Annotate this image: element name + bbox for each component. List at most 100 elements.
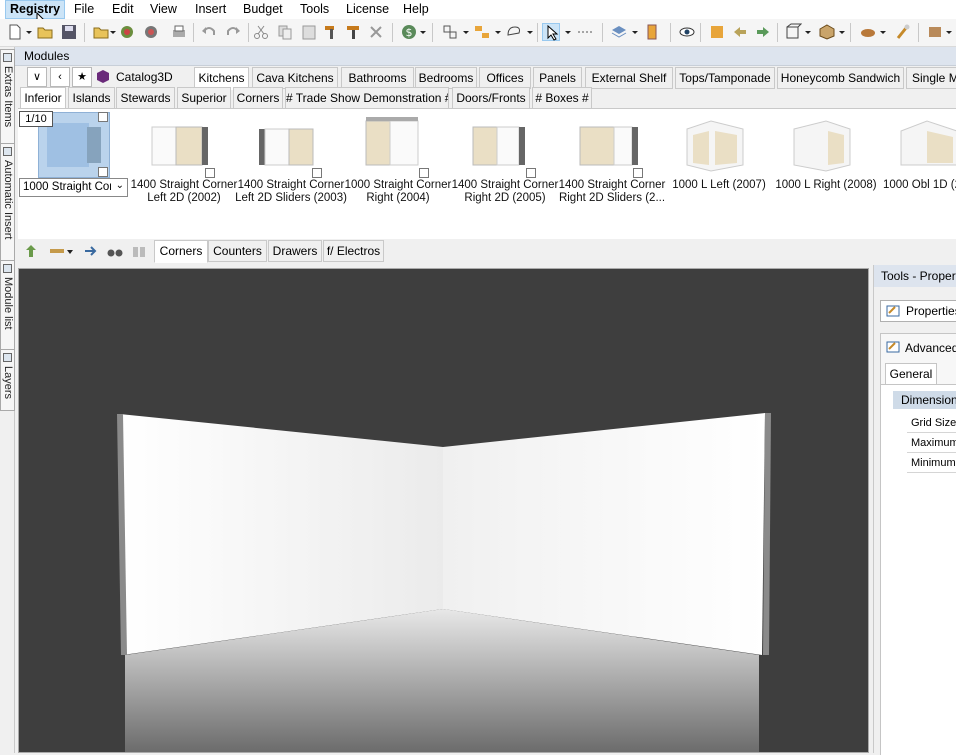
layers-icon[interactable] — [610, 23, 628, 41]
lower-tab-drawers[interactable]: Drawers — [268, 240, 322, 262]
subtab-islands[interactable]: Islands — [68, 87, 115, 109]
side-tab-module-list[interactable]: Module list — [0, 260, 15, 350]
lower-tab-corners[interactable]: Corners — [154, 240, 208, 263]
delete-icon[interactable] — [367, 23, 385, 41]
item-checkbox[interactable] — [419, 168, 429, 178]
binoculars-icon[interactable] — [106, 242, 124, 260]
open-icon[interactable] — [36, 23, 54, 41]
brush-icon[interactable] — [344, 23, 362, 41]
properties-button[interactable]: Properties — [880, 300, 956, 322]
tab-bedrooms[interactable]: Bedrooms — [415, 67, 477, 89]
menu-view[interactable]: View — [146, 1, 181, 18]
print-icon[interactable] — [170, 23, 188, 41]
enter-icon[interactable] — [82, 242, 100, 260]
star-icon: ★ — [77, 71, 87, 83]
duplicate-icon[interactable] — [130, 242, 148, 260]
selected-item-dropdown[interactable]: 1000 Straight Corn ⌄ — [19, 178, 128, 197]
catalog-item[interactable]: 1400 Straight Corner Right 2D (2005) — [449, 109, 558, 229]
subtab-superior[interactable]: Superior — [177, 87, 231, 109]
catalog3d-label[interactable]: Catalog3D — [116, 70, 173, 84]
menu-budget[interactable]: Budget — [239, 1, 287, 18]
property-minimum[interactable]: Minimum — [907, 454, 956, 473]
menu-help[interactable]: Help — [399, 1, 433, 18]
menu-license[interactable]: License — [342, 1, 393, 18]
wand-icon[interactable] — [859, 23, 877, 41]
currency-icon[interactable]: $ — [400, 23, 418, 41]
subtab-doors-fronts[interactable]: Doors/Fronts — [452, 87, 530, 109]
subtab-stewards[interactable]: Stewards — [116, 87, 175, 109]
hammer-icon[interactable] — [322, 23, 340, 41]
insert-icon[interactable] — [22, 242, 40, 260]
settings-icon[interactable] — [926, 23, 944, 41]
paste-icon[interactable] — [300, 23, 318, 41]
tab-general[interactable]: General — [885, 363, 937, 385]
catalog-item[interactable]: 1400 Straight Corner Right 2D Sliders (2… — [556, 109, 665, 229]
lower-tab-electros[interactable]: f/ Electros — [323, 240, 384, 262]
catalog-item[interactable]: 1000 L Left (2007) — [663, 109, 767, 229]
forward-icon[interactable] — [754, 23, 772, 41]
previous-tab-button[interactable]: ‹ — [50, 67, 70, 87]
open-folder-icon[interactable] — [92, 23, 110, 41]
subtab-corners[interactable]: Corners — [233, 87, 283, 109]
tab-bathrooms[interactable]: Bathrooms — [341, 67, 414, 89]
select-checkbox[interactable] — [98, 112, 108, 122]
measure-line-icon[interactable] — [48, 242, 74, 260]
subtab-trade-show[interactable]: # Trade Show Demonstration # — [285, 87, 449, 109]
cut-icon[interactable] — [252, 23, 270, 41]
catalog-item[interactable]: 1000 L Right (2008) — [770, 109, 877, 229]
favorites-star-button[interactable]: ★ — [72, 67, 92, 87]
catalog-item[interactable]: 1400 Straight Corner Left 2D Sliders (20… — [235, 109, 347, 229]
layout-icon[interactable] — [441, 23, 459, 41]
subtab-boxes[interactable]: # Boxes # — [532, 87, 592, 109]
property-maximum[interactable]: Maximum — [907, 434, 956, 453]
catalog-item[interactable]: 1400 Straight Corner Left 2D (2002) — [128, 109, 237, 229]
eye-icon[interactable] — [678, 23, 696, 41]
menu-insert[interactable]: Insert — [191, 1, 230, 18]
side-tab-layers[interactable]: Layers — [0, 349, 15, 411]
item-checkbox[interactable] — [526, 168, 536, 178]
tools-properties-panel: Tools - Propert Properties Advanced Gene… — [873, 265, 956, 755]
tab-offices[interactable]: Offices — [479, 67, 531, 89]
side-tab-extras-items[interactable]: Extras Items — [0, 49, 15, 144]
tab-panels[interactable]: Panels — [533, 67, 582, 89]
property-grid-size[interactable]: Grid Size — [907, 414, 956, 433]
dimension-section-header[interactable]: Dimension — [893, 391, 956, 409]
subtab-inferior[interactable]: Inferior — [20, 87, 66, 110]
tab-single[interactable]: Single M — [906, 67, 956, 89]
new-icon[interactable] — [6, 23, 24, 41]
column-icon[interactable] — [643, 23, 661, 41]
subcategory-tab-row: Inferior Islands Stewards Superior Corne… — [20, 87, 956, 110]
back-icon[interactable] — [731, 23, 749, 41]
measure-icon[interactable] — [576, 23, 594, 41]
tab-cava-kitchens[interactable]: Cava Kitchens — [252, 67, 338, 89]
undo-icon[interactable] — [200, 23, 218, 41]
lasso-icon[interactable] — [505, 23, 523, 41]
budget-icon[interactable] — [118, 23, 136, 41]
tab-tops-tamponade[interactable]: Tops/Tamponade — [675, 67, 775, 89]
menu-file[interactable]: File — [70, 1, 98, 18]
package-icon[interactable] — [818, 23, 836, 41]
expand-checkbox[interactable] — [98, 167, 108, 177]
tab-honeycomb-sandwich[interactable]: Honeycomb Sandwich — [777, 67, 904, 89]
render-icon[interactable] — [142, 23, 160, 41]
tool-icon[interactable] — [894, 23, 912, 41]
dropdown-nav-button[interactable]: ∨ — [27, 67, 47, 87]
3d-viewport[interactable] — [18, 268, 869, 753]
item-checkbox[interactable] — [205, 168, 215, 178]
catalog-item[interactable]: 1000 Straight Corner Right (2004) — [342, 109, 451, 229]
redo-icon[interactable] — [224, 23, 242, 41]
group-icon[interactable] — [473, 23, 491, 41]
item-checkbox[interactable] — [633, 168, 643, 178]
sync-icon[interactable] — [708, 23, 726, 41]
box-icon[interactable] — [784, 23, 802, 41]
copy-icon[interactable] — [276, 23, 294, 41]
lower-tab-counters[interactable]: Counters — [208, 240, 267, 262]
catalog-item[interactable]: 1000 Obl 1D (2 — [877, 109, 956, 229]
side-tab-automatic-insert[interactable]: Automatic Insert — [0, 143, 15, 261]
pointer-icon[interactable] — [542, 23, 560, 41]
save-icon[interactable] — [60, 23, 78, 41]
item-checkbox[interactable] — [312, 168, 322, 178]
tab-external-shelf[interactable]: External Shelf — [585, 67, 673, 89]
menu-edit[interactable]: Edit — [108, 1, 138, 18]
menu-tools[interactable]: Tools — [296, 1, 333, 18]
